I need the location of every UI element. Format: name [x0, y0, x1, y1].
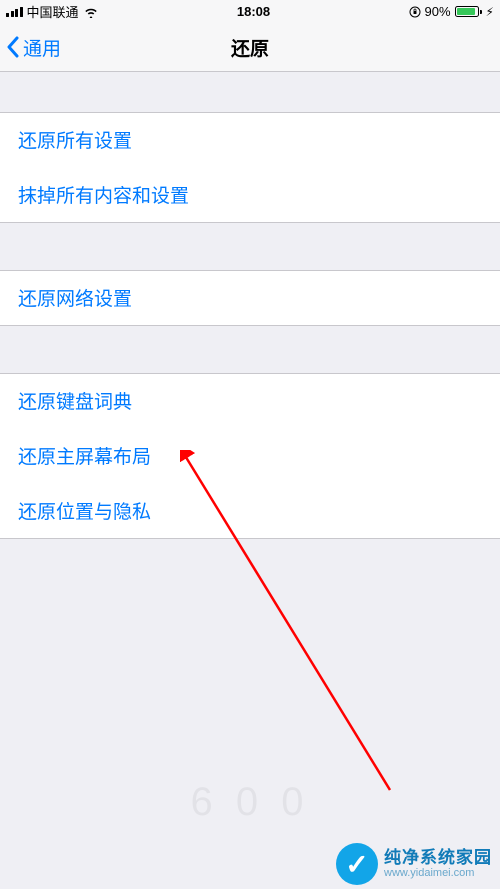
charging-icon: ⚡︎ — [486, 5, 494, 19]
reset-home-screen-layout-button[interactable]: 还原主屏幕布局 — [0, 428, 500, 483]
status-left: 中国联通 — [6, 2, 99, 21]
section-spacer — [0, 72, 500, 112]
reset-location-privacy-button[interactable]: 还原位置与隐私 — [0, 483, 500, 538]
status-bar: 中国联通 18:08 90% ⚡︎ — [0, 0, 500, 23]
signal-strength-icon — [6, 6, 23, 17]
section-spacer — [0, 222, 500, 270]
reset-network-settings-button[interactable]: 还原网络设置 — [0, 270, 500, 325]
watermark-brand: ✓ 纯净系统家园 www.yidaimei.com — [314, 839, 500, 889]
wifi-icon — [83, 6, 99, 18]
rotation-lock-icon — [409, 6, 421, 18]
back-label: 通用 — [23, 34, 61, 61]
cell-label: 还原所有设置 — [18, 131, 132, 152]
page-title: 还原 — [0, 34, 500, 61]
brand-logo-icon: ✓ — [336, 843, 378, 885]
cell-label: 抹掉所有内容和设置 — [18, 186, 189, 207]
status-right: 90% ⚡︎ — [409, 4, 494, 19]
battery-percent: 90% — [425, 4, 451, 19]
cell-label: 还原网络设置 — [18, 289, 132, 310]
brand-url: www.yidaimei.com — [384, 867, 492, 880]
section-spacer — [0, 325, 500, 373]
cell-label: 还原主屏幕布局 — [18, 447, 151, 468]
back-button[interactable]: 通用 — [0, 34, 61, 61]
watermark-center: 6 0 0 — [191, 780, 310, 825]
brand-name: 纯净系统家园 — [384, 848, 492, 868]
erase-all-content-button[interactable]: 抹掉所有内容和设置 — [0, 167, 500, 222]
reset-keyboard-dictionary-button[interactable]: 还原键盘词典 — [0, 373, 500, 428]
chevron-left-icon — [6, 36, 20, 58]
cell-label: 还原位置与隐私 — [18, 502, 151, 523]
carrier-label: 中国联通 — [27, 2, 79, 21]
clock: 18:08 — [237, 4, 270, 19]
navigation-bar: 通用 还原 — [0, 23, 500, 72]
cell-label: 还原键盘词典 — [18, 392, 132, 413]
reset-all-settings-button[interactable]: 还原所有设置 — [0, 112, 500, 167]
battery-icon — [455, 6, 482, 17]
